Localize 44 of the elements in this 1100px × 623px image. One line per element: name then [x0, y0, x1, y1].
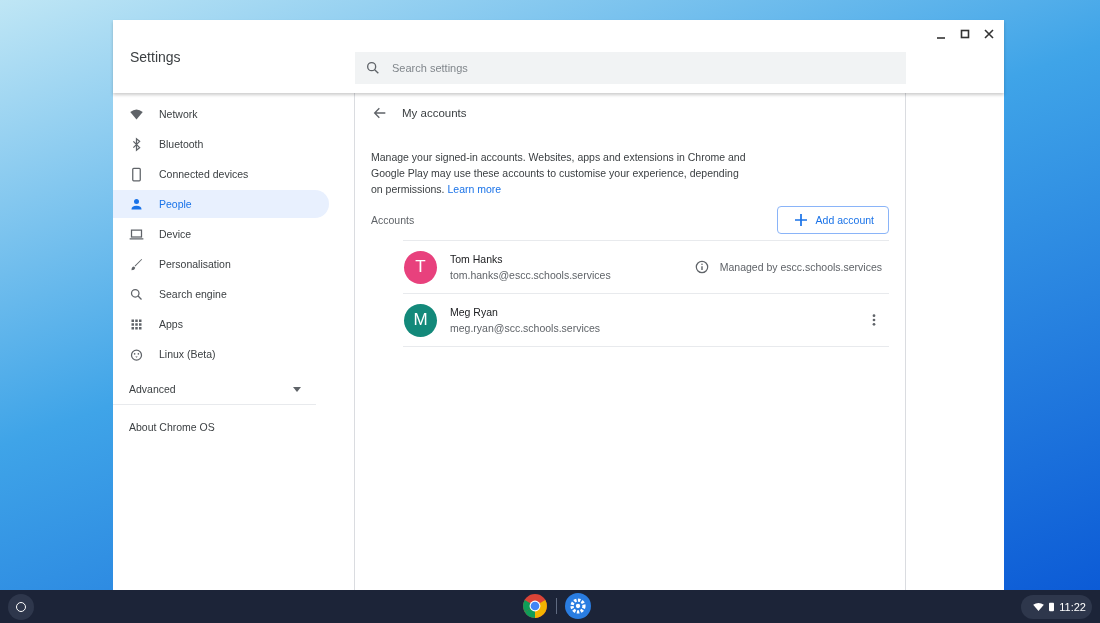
account-email: tom.hanks@escc.schools.services	[450, 269, 612, 281]
brush-icon	[129, 256, 144, 272]
avatar: M	[404, 303, 437, 337]
maximize-icon[interactable]	[960, 29, 970, 39]
page-title: My accounts	[402, 107, 467, 119]
sidebar-item[interactable]: Search engine	[113, 280, 329, 308]
back-arrow-icon[interactable]	[372, 105, 388, 121]
plus-icon	[794, 214, 807, 226]
battery-icon	[1049, 601, 1055, 612]
status-tray[interactable]: 11:22	[1021, 594, 1092, 619]
search-field[interactable]: Search settings	[355, 52, 906, 84]
phone-icon	[129, 166, 144, 182]
advanced-toggle[interactable]: Advanced	[113, 374, 316, 404]
person-icon	[129, 196, 144, 212]
avatar: T	[404, 250, 437, 284]
search-icon	[129, 286, 144, 302]
settings-icon[interactable]	[565, 593, 591, 619]
caret-icon	[293, 386, 301, 392]
sidebar-item[interactable]: Network	[113, 100, 329, 128]
wifi-icon	[1033, 602, 1045, 611]
browser-icon[interactable]	[522, 593, 548, 619]
about-link[interactable]: About Chrome OS	[113, 405, 215, 433]
sidebar-item[interactable]: Connected devices	[113, 160, 329, 188]
account-name: Meg Ryan	[450, 306, 499, 318]
account-name: Tom Hanks	[450, 253, 504, 265]
window-title: Settings	[130, 48, 181, 65]
account-email: meg.ryan@scc.schools.services	[450, 322, 602, 334]
sidebar-item[interactable]: People	[113, 190, 329, 218]
section-label: Accounts	[371, 214, 415, 226]
sidebar-item[interactable]: Apps	[113, 310, 329, 338]
sidebar-item[interactable]: Linux (Beta)	[113, 340, 329, 368]
sidebar-item[interactable]: Device	[113, 220, 329, 248]
sidebar-item[interactable]: Personalisation	[113, 250, 329, 278]
info-icon[interactable]	[694, 260, 709, 274]
launcher-button[interactable]	[8, 593, 34, 620]
learn-more-link[interactable]: Learn more	[447, 183, 502, 195]
add-account-button[interactable]: Add account	[776, 206, 889, 234]
close-icon[interactable]	[984, 29, 994, 39]
penguin-icon	[129, 346, 144, 362]
description-text: Manage your signed-in accounts. Websites, apps and extensions in Chrome and Google Play may use these accounts to customise your experience, depending on permissions. Learn more	[371, 150, 747, 197]
sidebar-item[interactable]: Bluetooth	[113, 130, 329, 158]
managed-note: Managed by escc.schools.services	[719, 261, 882, 273]
laptop-icon	[129, 226, 144, 242]
more-menu-icon[interactable]	[872, 314, 876, 326]
